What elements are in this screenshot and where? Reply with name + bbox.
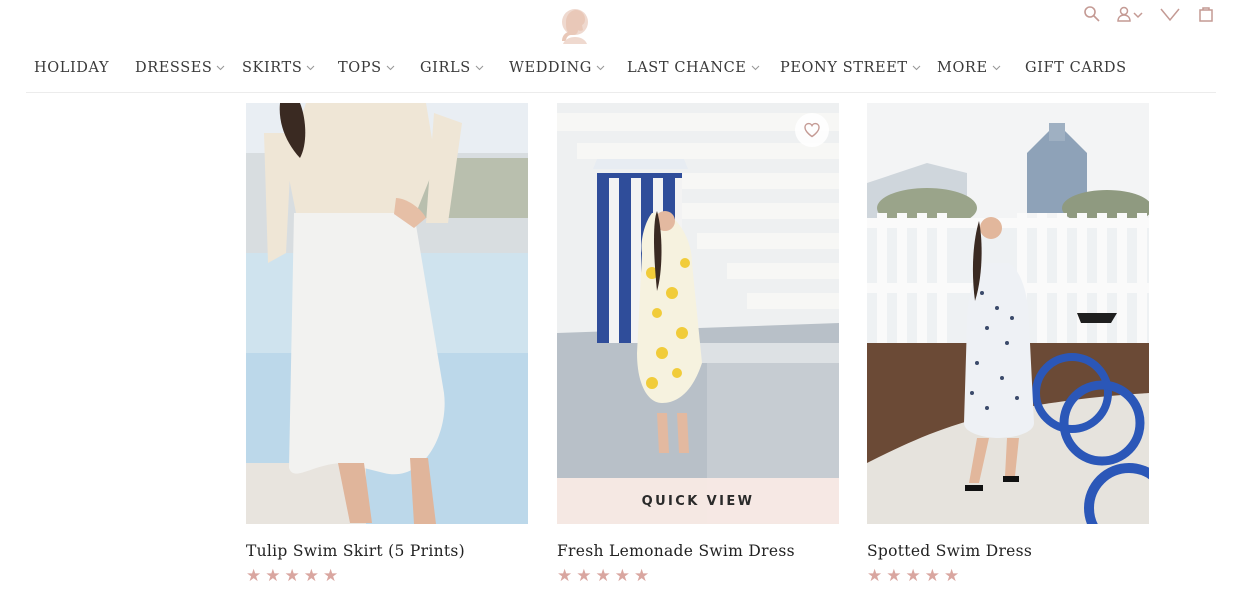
chevron-down-icon xyxy=(386,65,395,71)
product-card: Spotted Swim Dress ★ ★ ★ ★ ★ xyxy=(867,103,1149,585)
nav-item-holiday[interactable]: HOLIDAY xyxy=(34,60,109,76)
nav-item-label: WEDDING xyxy=(509,60,592,76)
nav-item-label: LAST CHANCE xyxy=(627,60,747,76)
brand-logo[interactable] xyxy=(556,6,594,48)
chevron-down-icon xyxy=(992,65,1001,71)
nav-item-label: PEONY STREET xyxy=(780,60,908,76)
product-image[interactable]: QUICK VIEW xyxy=(557,103,839,524)
nav-item-more[interactable]: MORE xyxy=(937,60,1001,76)
add-to-wishlist-button[interactable] xyxy=(795,113,829,147)
nav-item-dresses[interactable]: DRESSES xyxy=(135,60,225,76)
star-icon: ★ xyxy=(867,566,883,586)
chevron-down-icon xyxy=(596,65,605,71)
cart-icon[interactable] xyxy=(1196,4,1216,24)
product-card: Tulip Swim Skirt (5 Prints) ★ ★ ★ ★ ★ xyxy=(246,103,528,585)
product-title[interactable]: Spotted Swim Dress xyxy=(867,542,1149,560)
star-icon: ★ xyxy=(634,566,650,586)
star-icon: ★ xyxy=(323,566,339,586)
star-icon: ★ xyxy=(303,566,319,586)
nav-item-skirts[interactable]: SKIRTS xyxy=(242,60,315,76)
product-image[interactable] xyxy=(246,103,528,524)
star-icon: ★ xyxy=(886,566,902,586)
product-title[interactable]: Fresh Lemonade Swim Dress xyxy=(557,542,839,560)
chevron-down-icon xyxy=(751,65,759,71)
nav-item-label: DRESSES xyxy=(135,60,213,76)
product-rating: ★ ★ ★ ★ ★ xyxy=(867,568,1149,585)
silhouette-logo-icon xyxy=(562,9,588,44)
product-title[interactable]: Tulip Swim Skirt (5 Prints) xyxy=(246,542,528,560)
nav-item-label: GIRLS xyxy=(420,60,471,76)
quick-view-button[interactable]: QUICK VIEW xyxy=(557,478,839,524)
account-icon[interactable] xyxy=(1116,4,1144,24)
nav-item-peony-street[interactable]: PEONY STREET xyxy=(780,60,921,76)
nav-item-label: TOPS xyxy=(338,60,382,76)
nav-item-label: MORE xyxy=(937,60,988,76)
search-icon[interactable] xyxy=(1082,4,1102,24)
star-icon: ★ xyxy=(924,566,940,586)
product-card: QUICK VIEW Fresh Lemonade Swim Dress ★ ★… xyxy=(557,103,839,585)
nav-item-gift-cards[interactable]: GIFT CARDS xyxy=(1025,60,1127,76)
star-icon: ★ xyxy=(246,566,262,586)
star-icon: ★ xyxy=(557,566,573,586)
utility-icons xyxy=(1082,4,1216,24)
nav-item-tops[interactable]: TOPS xyxy=(338,60,395,76)
nav-item-label: SKIRTS xyxy=(242,60,303,76)
star-icon: ★ xyxy=(595,566,611,586)
main-nav: HOLIDAY DRESSES SKIRTS TOPS GIRLS WEDDIN… xyxy=(26,58,1216,93)
chevron-down-icon xyxy=(912,65,921,71)
chevron-down-icon xyxy=(475,65,484,71)
nav-item-wedding[interactable]: WEDDING xyxy=(509,60,605,76)
nav-item-girls[interactable]: GIRLS xyxy=(420,60,484,76)
star-icon: ★ xyxy=(614,566,630,586)
nav-item-label: HOLIDAY xyxy=(34,60,110,76)
chevron-down-icon xyxy=(306,65,315,71)
star-icon: ★ xyxy=(284,566,300,586)
product-image[interactable] xyxy=(867,103,1149,524)
star-icon: ★ xyxy=(576,566,592,586)
wishlist-icon[interactable] xyxy=(1158,4,1182,24)
product-rating: ★ ★ ★ ★ ★ xyxy=(557,568,839,585)
star-icon: ★ xyxy=(265,566,281,586)
product-rating: ★ ★ ★ ★ ★ xyxy=(246,568,528,585)
nav-item-last-chance[interactable]: LAST CHANCE xyxy=(627,60,760,76)
heart-icon xyxy=(804,122,820,138)
star-icon: ★ xyxy=(905,566,921,586)
nav-item-label: GIFT CARDS xyxy=(1025,60,1127,76)
star-icon: ★ xyxy=(944,566,960,586)
chevron-down-icon xyxy=(217,65,225,71)
